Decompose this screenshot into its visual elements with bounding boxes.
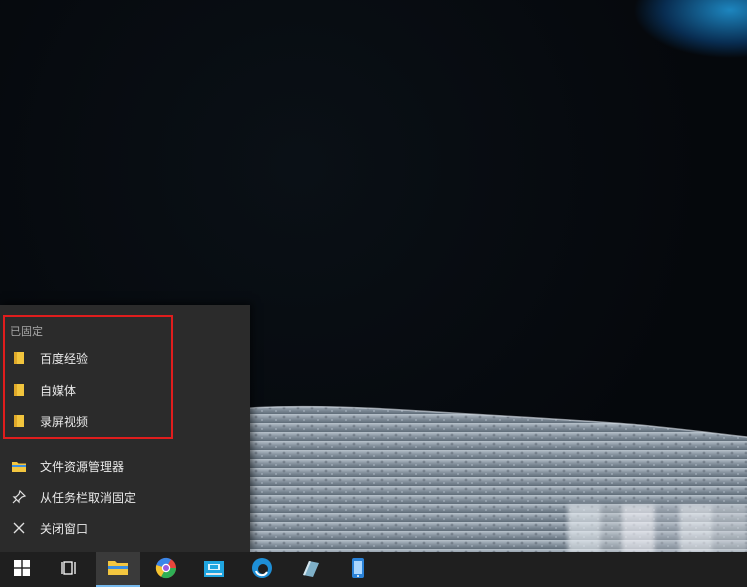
pinned-item-luping-shipin[interactable]: 录屏视频 <box>0 406 250 436</box>
taskbar <box>0 552 747 587</box>
phone-icon <box>351 557 365 583</box>
edge-icon <box>251 557 273 583</box>
file-explorer-taskbar-button[interactable] <box>96 552 140 587</box>
folder-icon <box>107 558 129 580</box>
jump-list-menu: 已固定 百度经验 自媒体 录屏视频 文件资源管理器 从任务栏取消固定 关闭窗口 <box>0 305 250 552</box>
task-view-button[interactable] <box>48 552 92 587</box>
folder-icon <box>11 413 27 429</box>
windows-logo-icon <box>14 559 30 580</box>
pinned-item-baidu-jingyan[interactable]: 百度经验 <box>0 343 250 373</box>
close-icon <box>11 520 27 536</box>
task-file-explorer[interactable]: 文件资源管理器 <box>0 451 250 481</box>
pinned-item-zimeiti[interactable]: 自媒体 <box>0 375 250 405</box>
task-unpin-from-taskbar[interactable]: 从任务栏取消固定 <box>0 482 250 512</box>
store-taskbar-button[interactable] <box>192 552 236 587</box>
app-taskbar-button[interactable] <box>288 552 332 587</box>
task-label: 关闭窗口 <box>40 521 89 536</box>
blurred-region <box>568 505 747 553</box>
phone-taskbar-button[interactable] <box>336 552 380 587</box>
pinned-item-label: 录屏视频 <box>40 414 89 429</box>
folder-icon <box>11 382 27 398</box>
start-button[interactable] <box>0 552 44 587</box>
notepad-icon <box>299 558 321 582</box>
edge-taskbar-button[interactable] <box>240 552 284 587</box>
pinned-item-label: 自媒体 <box>40 383 77 398</box>
task-label: 从任务栏取消固定 <box>40 490 137 505</box>
chrome-like-icon <box>155 557 177 583</box>
pinned-item-label: 百度经验 <box>40 351 89 366</box>
file-explorer-icon <box>11 458 27 474</box>
task-label: 文件资源管理器 <box>40 459 125 474</box>
browser-taskbar-button[interactable] <box>144 552 188 587</box>
task-view-icon <box>61 560 79 580</box>
task-close-window[interactable]: 关闭窗口 <box>0 513 250 543</box>
store-icon <box>203 558 225 582</box>
unpin-icon <box>11 489 27 505</box>
folder-icon <box>11 350 27 366</box>
